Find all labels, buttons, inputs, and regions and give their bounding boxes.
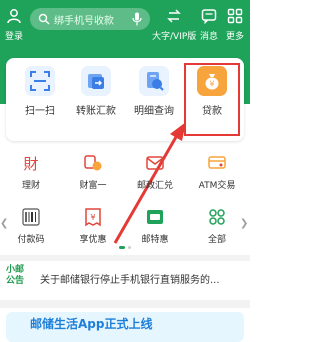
service-label: ATM交易 (198, 181, 236, 191)
service-postal-remit[interactable]: 邮政汇兑 (128, 152, 182, 191)
promo-banner[interactable]: 邮储生活App正式上线 (6, 312, 244, 342)
svg-text:¥: ¥ (90, 213, 95, 222)
service-label: 全部 (207, 235, 226, 245)
coupon-icon: ¥ (81, 206, 105, 228)
page-indicator (128, 246, 131, 249)
all-grid-icon (205, 206, 229, 228)
notice-text[interactable]: 关于邮储银行停止手机银行直销服务的... (40, 271, 245, 286)
notice-logo-line1: 小邮 (6, 265, 25, 275)
service-label: 邮特惠 (141, 235, 169, 245)
notice-logo: 小邮 公告 (6, 265, 34, 287)
service-atm[interactable]: ATM交易 (190, 152, 244, 191)
service-label: 享优惠 (79, 235, 107, 245)
service-label: 理财 (21, 181, 40, 191)
wealth-icon: 財 (23, 154, 39, 173)
service-all[interactable]: 全部 (190, 206, 244, 245)
scroll-left-arrow-icon[interactable]: ❮ (0, 218, 8, 229)
service-label: 财富一 (79, 181, 107, 191)
service-barcode[interactable]: 付款码 (4, 206, 58, 245)
banner-text: 邮储生活App正式上线 (30, 317, 153, 331)
coins-icon (81, 152, 105, 174)
page-indicator-active (119, 246, 125, 249)
service-label: 邮政汇兑 (136, 181, 173, 191)
post-sale-icon (143, 206, 167, 228)
service-coins[interactable]: 财富一 (66, 152, 120, 191)
notice-logo-line2: 公告 (6, 276, 25, 286)
service-label: 付款码 (17, 235, 45, 245)
barcode-icon (19, 206, 43, 228)
divider (0, 300, 250, 308)
divider (0, 255, 250, 261)
service-post-sale[interactable]: 邮特惠 (128, 206, 182, 245)
atm-card-icon (205, 152, 229, 174)
service-coupon[interactable]: ¥ 享优惠 (66, 206, 120, 245)
scroll-right-arrow-icon[interactable]: ❯ (240, 218, 248, 229)
postal-remit-icon (143, 152, 167, 174)
service-wealth[interactable]: 財 理财 (4, 152, 58, 192)
